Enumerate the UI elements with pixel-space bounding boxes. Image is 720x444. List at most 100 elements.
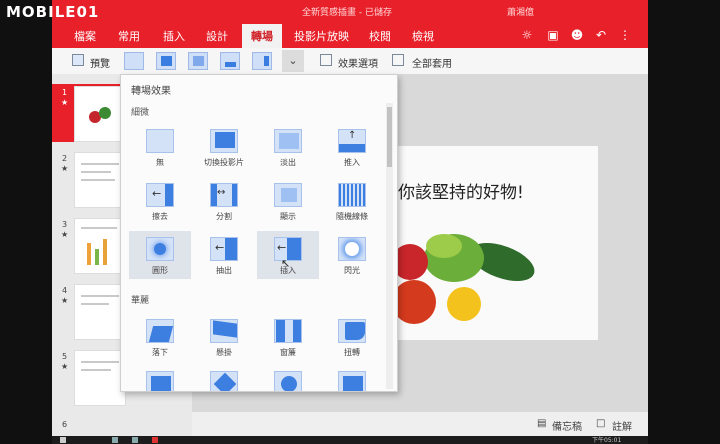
tab-design[interactable]: 設計 <box>206 28 228 44</box>
transition-split[interactable]: ↔ 分割 <box>193 177 255 225</box>
chart-bar <box>95 249 99 265</box>
slide-thumbnail-5[interactable] <box>74 350 126 406</box>
transition-circle[interactable]: 圓形 <box>129 231 191 279</box>
transition-crush[interactable] <box>257 365 319 391</box>
current-slide[interactable]: 你該堅持的好物! <box>392 146 598 340</box>
tab-home[interactable]: 常用 <box>118 28 140 44</box>
slide-thumbnail-1[interactable] <box>74 86 126 142</box>
transition-curtains[interactable]: 窗簾 <box>257 313 319 361</box>
text-line <box>81 227 117 229</box>
text-line <box>81 369 111 371</box>
curtains-transition-icon <box>274 319 302 343</box>
fade-transition-icon <box>274 129 302 153</box>
transition-fracture[interactable] <box>193 365 255 391</box>
star-icon: ★ <box>61 362 69 371</box>
wind-transition-icon <box>338 319 366 343</box>
scrollbar-thumb[interactable] <box>387 107 392 167</box>
transition-push[interactable]: ↑ 推入 <box>321 123 383 171</box>
gallery-none-button[interactable] <box>124 52 144 70</box>
menu-icon[interactable]: ⋮ <box>618 28 632 42</box>
transition-wipe[interactable]: ← 擦去 <box>129 177 191 225</box>
panel-scrollbar[interactable] <box>386 103 393 389</box>
prestige-transition-icon <box>146 371 174 391</box>
tab-slideshow[interactable]: 投影片放映 <box>294 28 349 44</box>
gallery-expand-button[interactable]: ⌄ <box>282 50 304 72</box>
item-label: 分割 <box>216 212 232 221</box>
star-icon: ★ <box>61 296 69 305</box>
preview-button[interactable]: 預覽 <box>90 55 110 70</box>
transition-random-bars[interactable]: 隨機線條 <box>321 177 383 225</box>
gallery-push-button[interactable] <box>220 52 240 70</box>
slide-number: 2 <box>62 154 68 163</box>
random-bars-transition-icon <box>338 183 366 207</box>
fracture-transition-icon <box>210 371 238 391</box>
tab-file[interactable]: 檔案 <box>74 28 96 44</box>
transition-peel-off[interactable] <box>321 365 383 391</box>
undo-icon[interactable]: ↶ <box>594 28 608 42</box>
transition-fade[interactable]: 淡出 <box>257 123 319 171</box>
lightbulb-icon[interactable]: ☼ <box>520 28 534 42</box>
powerpoint-window: 全新質感插畫 - 已儲存 蕭湘億 檔案 常用 插入 設計 轉場 投影片放映 校閱… <box>52 0 648 436</box>
transition-pull[interactable]: ← 抽出 <box>193 231 255 279</box>
item-label: 窗簾 <box>280 348 296 357</box>
slide-number: 1 <box>62 88 68 97</box>
slide-number: 4 <box>62 286 68 295</box>
vegetable-icon <box>99 107 111 119</box>
effect-options-button[interactable]: 效果選項 <box>338 55 378 70</box>
apply-all-icon <box>392 54 404 66</box>
item-label: 淡出 <box>280 158 296 167</box>
slide-thumbnail-4[interactable] <box>74 284 126 340</box>
notes-button[interactable]: 備忘稿 <box>552 418 582 433</box>
start-icon[interactable] <box>60 437 66 443</box>
gallery-cut-button[interactable] <box>156 52 176 70</box>
tab-review[interactable]: 校閱 <box>369 28 391 44</box>
item-label: 隨機線條 <box>336 212 368 221</box>
transition-cut[interactable]: 切換投影片 <box>193 123 255 171</box>
taskbar-app-icon[interactable] <box>112 437 118 443</box>
gallery-fade-button[interactable] <box>188 52 208 70</box>
tab-transitions[interactable]: 轉場 <box>242 24 282 48</box>
gallery-wipe-button[interactable] <box>252 52 272 70</box>
taskbar-app-icon[interactable] <box>132 437 138 443</box>
text-line <box>81 303 109 305</box>
apply-all-button[interactable]: 全部套用 <box>412 55 452 70</box>
taskbar-app-icon[interactable] <box>152 437 158 443</box>
flash-transition-icon <box>338 237 366 261</box>
clock: 下午05:01 <box>592 437 622 444</box>
tab-view[interactable]: 檢視 <box>412 28 434 44</box>
transition-effects-panel: 轉場效果 細微 無 切換投影片 淡出 ↑ 推入 ← 擦去 ↔ 分割 顯示 隨機線… <box>120 74 398 392</box>
slide-number: 6 <box>62 420 68 429</box>
item-label: 顯示 <box>280 212 296 221</box>
slide-thumbnail-3[interactable] <box>74 218 126 274</box>
peel-off-transition-icon <box>338 371 366 391</box>
panel-title: 轉場效果 <box>131 86 171 97</box>
text-line <box>81 361 119 363</box>
transition-reveal[interactable]: 顯示 <box>257 177 319 225</box>
drape-transition-icon <box>210 319 238 343</box>
comments-button[interactable]: 註解 <box>612 418 632 433</box>
tab-insert[interactable]: 插入 <box>163 28 185 44</box>
transition-prestige[interactable] <box>129 365 191 391</box>
watermark: MOBILE01 <box>6 3 100 21</box>
transition-wind[interactable]: 扭轉 <box>321 313 383 361</box>
transition-drape[interactable]: 懸掛 <box>193 313 255 361</box>
transition-fall-over[interactable]: 落下 <box>129 313 191 361</box>
transition-flash[interactable]: 閃光 <box>321 231 383 279</box>
star-icon: ★ <box>61 98 69 107</box>
item-label: 切換投影片 <box>204 158 244 167</box>
mouse-cursor-icon: ↖ <box>281 257 291 270</box>
vegetables-image <box>392 234 535 324</box>
transition-none[interactable]: 無 <box>129 123 191 171</box>
reveal-transition-icon <box>274 183 302 207</box>
preview-icon <box>72 54 84 66</box>
transition-cover[interactable]: ← 插入 ↖ <box>257 231 319 279</box>
windows-taskbar: 下午05:01 <box>52 436 648 444</box>
text-line <box>81 163 119 165</box>
transitions-ribbon: 預覽 ⌄ 效果選項 全部套用 <box>52 48 648 75</box>
fall-over-transition-icon <box>146 319 174 343</box>
present-icon[interactable]: ▣ <box>546 28 560 42</box>
item-label: 擦去 <box>152 212 168 221</box>
slide-thumbnail-2[interactable] <box>74 152 126 208</box>
item-label: 閃光 <box>344 266 360 275</box>
share-icon[interactable]: ☻ <box>570 28 584 42</box>
